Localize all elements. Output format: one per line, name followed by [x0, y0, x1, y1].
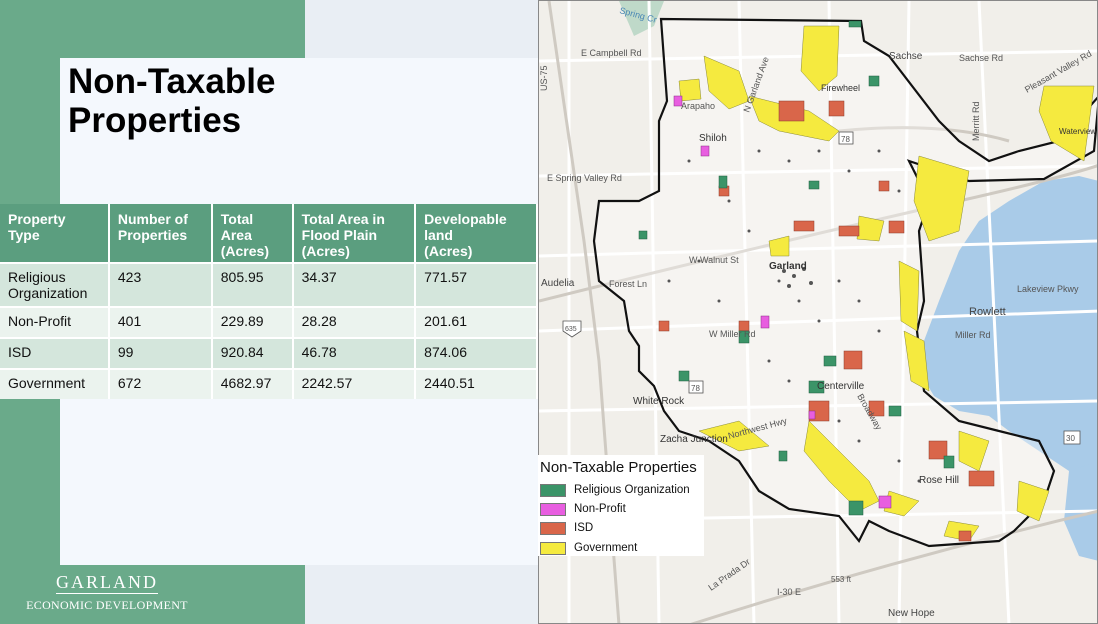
table-row: Religious Organization 423 805.95 34.37 …	[0, 262, 538, 307]
map-label: Arapaho	[681, 101, 715, 111]
header-developable-land: Developable land (Acres)	[415, 204, 538, 263]
map-label: Rowlett	[969, 306, 1006, 318]
logo-name: GARLAND	[56, 572, 158, 594]
cell-total-area: 920.84	[211, 337, 294, 369]
header-total-area: Total Area (Acres)	[211, 204, 294, 263]
cell-total-area: 4682.97	[211, 368, 294, 399]
cell-total-area: 805.95	[211, 262, 294, 307]
table-row: Non-Profit 401 229.89 28.28 201.61	[0, 306, 538, 338]
map-label: Lakeview Pkwy	[1017, 284, 1079, 294]
cell-count: 672	[108, 368, 213, 399]
cell-flood-plain: 2242.57	[292, 368, 417, 399]
table-row: ISD 99 920.84 46.78 874.06	[0, 337, 538, 369]
map-label: Rose Hill	[919, 475, 959, 486]
cell-count: 423	[108, 262, 213, 307]
cell-flood-plain: 46.78	[292, 337, 417, 369]
title-line-1: Non-Taxable	[68, 62, 276, 101]
title-line-2: Properties	[68, 101, 242, 140]
cell-flood-plain: 34.37	[292, 262, 417, 307]
map-label: Audelia	[541, 278, 575, 289]
cell-count: 401	[108, 306, 213, 338]
map-label: 30	[1066, 434, 1075, 443]
map-label: W Walnut St	[689, 255, 739, 265]
map-label: White Rock	[633, 396, 685, 407]
cell-count: 99	[108, 337, 213, 369]
map-label: Forest Ln	[609, 279, 647, 289]
legend-swatch	[540, 484, 566, 497]
map-label: W Miller Rd	[709, 329, 756, 339]
map-label: New Hope	[888, 608, 935, 619]
map-label: Shiloh	[699, 133, 727, 144]
header-number-of-properties: Number of Properties	[108, 204, 213, 263]
map-label: 553 ft	[831, 575, 852, 584]
cell-type: Non-Profit	[0, 306, 110, 338]
map-label: Garland	[769, 261, 807, 272]
map-label: Waterview Club	[1059, 127, 1098, 136]
legend-swatch	[540, 542, 566, 555]
map-label: 78	[841, 135, 850, 144]
cell-developable: 2440.51	[415, 368, 538, 399]
map-label: Sachse Rd	[959, 53, 1003, 63]
map-label: 635	[565, 326, 577, 333]
garland-logo: GARLAND ECONOMIC DEVELOPMENT	[18, 572, 196, 613]
legend-title: Non-Taxable Properties	[540, 459, 697, 476]
map-label: 78	[691, 384, 700, 393]
table-row: Government 672 4682.97 2242.57 2440.51	[0, 368, 538, 399]
map-label: US-75	[539, 65, 549, 91]
header-property-type: Property Type	[0, 204, 110, 263]
cell-type: Government	[0, 368, 110, 399]
map-label: Sachse	[889, 51, 923, 62]
legend-label: Non-Profit	[574, 503, 626, 515]
page-title: Non-Taxable Properties	[68, 62, 508, 140]
legend-swatch	[540, 522, 566, 535]
table-header-row: Property Type Number of Properties Total Ar…	[0, 204, 538, 263]
cell-flood-plain: 28.28	[292, 306, 417, 338]
map-label: Zacha Junction	[660, 434, 728, 445]
cell-developable: 771.57	[415, 262, 538, 307]
map-label: E Campbell Rd	[581, 48, 642, 58]
map-label: Firewheel	[821, 83, 860, 93]
map-label: Centerville	[817, 381, 865, 392]
non-taxable-table: Property Type Number of Properties Total Ar…	[0, 204, 538, 399]
map-label: I-30 E	[777, 587, 801, 597]
legend-label: ISD	[574, 522, 594, 534]
map-label: Miller Rd	[955, 330, 991, 340]
map-legend: Non-Taxable Properties Religious Organiz…	[538, 455, 704, 556]
header-flood-plain: Total Area in Flood Plain (Acres)	[292, 204, 417, 263]
cell-developable: 201.61	[415, 306, 538, 338]
cell-type: Religious Organization	[0, 262, 110, 307]
cell-developable: 874.06	[415, 337, 538, 369]
map-label: Merritt Rd	[971, 101, 981, 141]
cell-type: ISD	[0, 337, 110, 369]
legend-label: Government	[574, 542, 638, 554]
legend-swatch	[540, 503, 566, 516]
cell-total-area: 229.89	[211, 306, 294, 338]
map-label: E Spring Valley Rd	[547, 173, 622, 183]
legend-label: Religious Organization	[574, 484, 690, 496]
logo-subtitle: ECONOMIC DEVELOPMENT	[26, 598, 188, 612]
